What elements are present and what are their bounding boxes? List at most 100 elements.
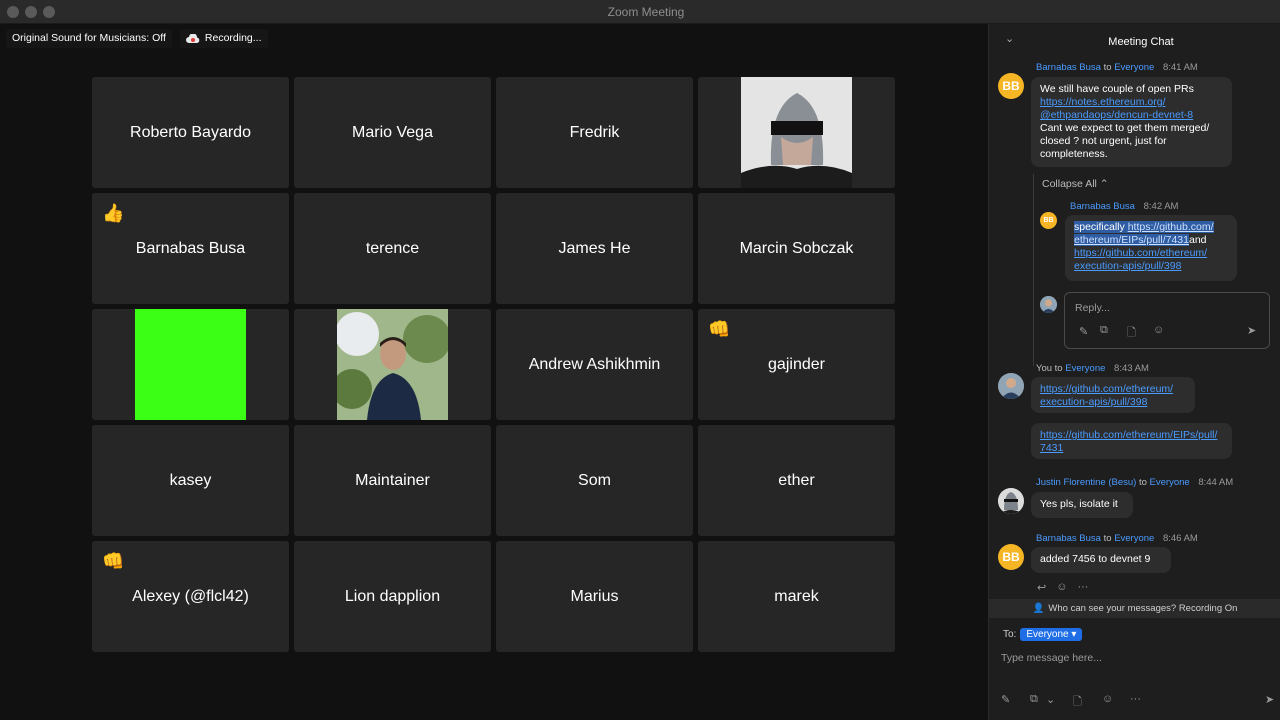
participant-tile[interactable]	[92, 309, 289, 420]
participant-tile[interactable]: 👊 gajinder	[698, 309, 895, 420]
more-icon[interactable]: ···	[1130, 693, 1141, 705]
avatar[interactable]: BB	[998, 73, 1024, 99]
message-link[interactable]: https://github.com/ethereum/	[1074, 247, 1207, 259]
message-link[interactable]: https://github.com/	[1128, 221, 1214, 233]
avatar[interactable]	[998, 488, 1024, 514]
message-link[interactable]: https://github.com/ethereum/	[1040, 383, 1173, 395]
send-icon[interactable]: ➤	[1265, 693, 1274, 706]
message-link[interactable]: https://github.com/ethereum/EIPs/pull/	[1040, 429, 1217, 441]
participant-tile[interactable]	[698, 77, 895, 188]
message-meta: Barnabas Busa to Everyone 8:46 AM	[1036, 533, 1198, 544]
participant-tile[interactable]: Fredrik	[496, 77, 693, 188]
participant-tile[interactable]: kasey	[92, 425, 289, 536]
message-bubble[interactable]: specifically https://github.com/ ethereu…	[1065, 215, 1237, 281]
participant-tile[interactable]: 👊 Alexey (@flcl42)	[92, 541, 289, 652]
message-link[interactable]: https://notes.ethereum.org/	[1040, 96, 1166, 108]
message-link[interactable]: 7431	[1040, 442, 1063, 454]
participant-tile[interactable]: Andrew Ashikhmin	[496, 309, 693, 420]
recipient-name[interactable]: Everyone	[1114, 62, 1154, 73]
message-bubble[interactable]: We still have couple of open PRs https:/…	[1031, 77, 1232, 167]
participant-tile[interactable]: Lion dapplion	[294, 541, 491, 652]
participant-tile[interactable]: 👍 Barnabas Busa	[92, 193, 289, 304]
recipient-name[interactable]: Everyone	[1114, 533, 1154, 544]
participant-name: marek	[774, 587, 819, 605]
message-bubble[interactable]: added 7456 to devnet 9	[1031, 547, 1171, 573]
participant-tile[interactable]: marek	[698, 541, 895, 652]
avatar[interactable]: BB	[998, 544, 1024, 570]
sender-name[interactable]: Justin Florentine (Besu)	[1036, 477, 1136, 488]
sender-name[interactable]: Barnabas Busa	[1036, 62, 1101, 73]
message-bubble[interactable]: https://github.com/ethereum/ execution-a…	[1031, 377, 1195, 413]
emoji-icon[interactable]: ☺	[1153, 324, 1164, 336]
sender-name[interactable]: Barnabas Busa	[1036, 533, 1101, 544]
message-link[interactable]: execution-apis/pull/398	[1040, 396, 1147, 408]
message-time: 8:41 AM	[1162, 62, 1198, 73]
robocop-avatar-image	[741, 77, 852, 188]
chevron-down-icon[interactable]: ⌄	[1046, 693, 1055, 706]
privacy-notice[interactable]: 👤 Who can see your messages? Recording O…	[989, 599, 1280, 618]
participant-tile[interactable]: Marcin Sobczak	[698, 193, 895, 304]
chat-toolbar: ✎ ⧉ ⌄ 🗋 ☺ ··· ➤	[1001, 693, 1277, 709]
file-icon[interactable]: 🗋	[1127, 324, 1136, 343]
message-input[interactable]	[1001, 652, 1261, 664]
participant-tile[interactable]: Maintainer	[294, 425, 491, 536]
participant-tile[interactable]: terence	[294, 193, 491, 304]
participant-name: kasey	[169, 471, 212, 489]
participant-name: Marius	[570, 587, 619, 605]
original-sound-indicator[interactable]: Original Sound for Musicians: Off	[6, 29, 172, 48]
reply-input[interactable]	[1075, 302, 1255, 314]
participant-name: terence	[365, 239, 420, 257]
participant-tile[interactable]: ether	[698, 425, 895, 536]
message-meta: Barnabas Busa to Everyone 8:41 AM	[1036, 62, 1198, 73]
message-text: Yes pls, isolate it	[1040, 498, 1118, 510]
participant-tile[interactable]	[294, 309, 491, 420]
message-bubble[interactable]: Yes pls, isolate it	[1031, 492, 1133, 518]
screenshot-icon[interactable]: ⧉	[1100, 324, 1108, 337]
send-icon[interactable]: ➤	[1247, 324, 1256, 337]
title-bar: Zoom Meeting	[0, 0, 1280, 24]
avatar[interactable]	[1040, 296, 1057, 313]
message-time: 8:44 AM	[1198, 477, 1234, 488]
video-grid: Roberto Bayardo Mario Vega Fredrik 👍 Bar…	[92, 77, 896, 652]
recipient-select[interactable]: Everyone ▾	[1020, 628, 1083, 641]
robocop-avatar-icon	[998, 488, 1024, 514]
more-icon[interactable]: ···	[1077, 581, 1088, 594]
participant-tile[interactable]: James He	[496, 193, 693, 304]
message-time: 8:42 AM	[1143, 201, 1179, 212]
participant-name: Marcin Sobczak	[739, 239, 854, 257]
recipient-name[interactable]: Everyone	[1150, 477, 1190, 488]
message-meta: Barnabas Busa 8:42 AM	[1070, 201, 1178, 212]
message-link[interactable]: execution-apis/pull/398	[1074, 260, 1181, 272]
message-link[interactable]: ethereum/EIPs/pull/7431	[1074, 234, 1189, 246]
participant-tile[interactable]: Marius	[496, 541, 693, 652]
participant-name: Alexey (@flcl42)	[132, 587, 249, 605]
user-photo-icon	[1040, 296, 1057, 313]
message-text: We still have couple of open PRs	[1040, 83, 1194, 95]
to-label: To:	[1003, 629, 1017, 640]
participant-tile[interactable]: Roberto Bayardo	[92, 77, 289, 188]
message-bubble[interactable]: https://github.com/ethereum/EIPs/pull/ 7…	[1031, 423, 1232, 459]
file-icon[interactable]: 🗋	[1073, 693, 1082, 712]
recording-indicator[interactable]: Recording...	[179, 29, 268, 48]
format-text-icon[interactable]: ✎	[1079, 325, 1088, 338]
recipient-name[interactable]: Everyone	[1065, 363, 1105, 374]
reply-icon[interactable]: ↩	[1037, 581, 1046, 594]
screenshot-icon[interactable]: ⧉	[1030, 693, 1038, 706]
original-sound-label: Original Sound for Musicians: Off	[12, 32, 166, 44]
sender-name[interactable]: Barnabas Busa	[1070, 201, 1135, 212]
message-text: added 7456 to devnet 9	[1040, 553, 1151, 565]
participant-name: gajinder	[768, 355, 825, 373]
message-link[interactable]: @ethpandaops/dencun-devnet-8	[1040, 109, 1193, 121]
thread-line	[1033, 174, 1034, 366]
message-meta: Justin Florentine (Besu) to Everyone 8:4…	[1036, 477, 1233, 488]
avatar[interactable]	[998, 373, 1024, 399]
participant-tile[interactable]: Mario Vega	[294, 77, 491, 188]
add-reaction-icon[interactable]: ☺	[1056, 581, 1067, 594]
message-meta: You to Everyone 8:43 AM	[1036, 363, 1149, 374]
collapse-all-button[interactable]: Collapse All ⌃	[1042, 178, 1109, 190]
format-text-icon[interactable]: ✎	[1001, 693, 1010, 706]
message-text: and	[1189, 234, 1207, 246]
emoji-icon[interactable]: ☺	[1102, 693, 1113, 705]
participant-tile[interactable]: Som	[496, 425, 693, 536]
avatar[interactable]: BB	[1040, 212, 1057, 229]
